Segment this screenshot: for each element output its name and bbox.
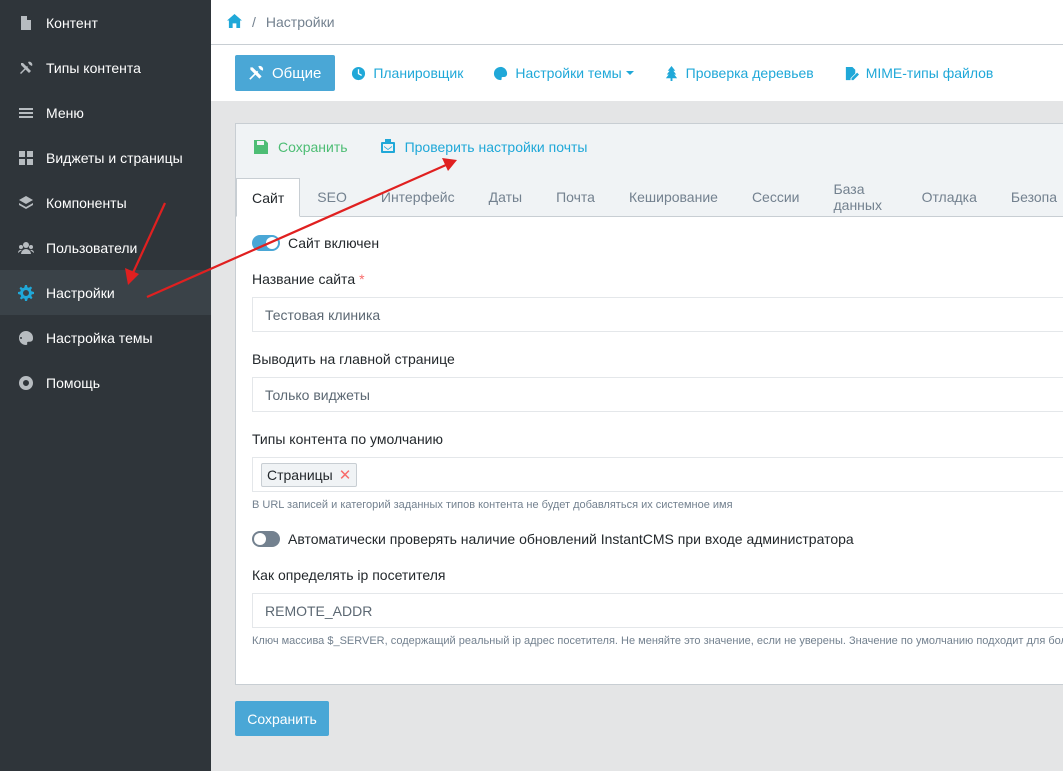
sidebar-item-label: Помощь — [46, 374, 101, 391]
required-marker: * — [359, 271, 365, 287]
mail-check-icon — [380, 138, 395, 153]
frontpage-label: Выводить на главной странице — [252, 351, 455, 367]
sidebar-item-widgets[interactable]: Виджеты и страницы — [0, 135, 211, 180]
default-ctypes-hint: В URL записей и категорий заданных типов… — [252, 499, 733, 511]
tools-icon — [18, 60, 34, 76]
sidebar-item-label: Меню — [46, 104, 84, 121]
ip-detect-label: Как определять ip посетителя — [252, 567, 446, 583]
sidebar-item-menu[interactable]: Меню — [0, 90, 211, 135]
save-button[interactable]: Сохранить — [235, 701, 329, 736]
settings-nav: Общие Планировщик Настройки темы Проверк… — [211, 45, 1063, 101]
gear-icon — [18, 284, 34, 301]
breadcrumb-separator: / — [252, 14, 256, 30]
sidebar-item-users[interactable]: Пользователи — [0, 225, 211, 270]
check-mail-settings-button[interactable]: Проверить настройки почты — [380, 138, 588, 155]
sidebar-item-content[interactable]: Контент — [0, 0, 211, 45]
site-name-input[interactable]: Тестовая клиника — [252, 297, 1063, 332]
caret-down-icon — [625, 71, 634, 75]
settings-tabs: Сайт SEO Интерфейс Даты Почта Кешировани… — [236, 169, 1063, 217]
file-edit-icon — [845, 66, 859, 80]
auto-update-row: Автоматически проверять наличие обновлен… — [252, 531, 1058, 547]
home-icon[interactable] — [227, 13, 242, 31]
toolbar-save-label: Сохранить — [278, 138, 348, 155]
tab-security[interactable]: Безопа — [994, 178, 1063, 216]
sidebar-item-settings[interactable]: Настройки — [0, 270, 211, 315]
grid-icon — [18, 150, 34, 166]
tab-scheduler-label: Планировщик — [373, 65, 464, 81]
sidebar-item-label: Виджеты и страницы — [46, 149, 183, 166]
file-icon — [18, 15, 34, 31]
tab-caching[interactable]: Кеширование — [612, 178, 735, 216]
sidebar-item-label: Компоненты — [46, 194, 127, 211]
sidebar-item-help[interactable]: Помощь — [0, 360, 211, 405]
sidebar-item-label: Настройки — [46, 284, 115, 301]
ctype-chip: Страницы ✕ — [261, 462, 358, 487]
sidebar-item-label: Контент — [46, 14, 98, 31]
breadcrumb-current: Настройки — [265, 14, 335, 30]
palette-icon — [494, 66, 508, 80]
ip-detect-hint: Ключ массива $_SERVER, содержащий реальн… — [252, 635, 1063, 647]
tree-icon — [665, 65, 677, 81]
palette-icon — [18, 330, 34, 346]
tab-tree-check-label: Проверка деревьев — [685, 65, 814, 81]
save-icon — [254, 139, 268, 154]
tab-general[interactable]: Общие — [235, 55, 336, 91]
site-enabled-label: Сайт включен — [288, 235, 380, 251]
tab-interface[interactable]: Интерфейс — [364, 178, 472, 216]
tab-site[interactable]: Сайт — [236, 178, 301, 217]
tab-sessions[interactable]: Сессии — [735, 178, 817, 216]
tab-tree-check[interactable]: Проверка деревьев — [664, 65, 814, 81]
tab-dates[interactable]: Даты — [472, 178, 539, 216]
remove-chip-icon[interactable]: ✕ — [339, 466, 352, 484]
bars-icon — [18, 105, 34, 121]
ctype-chip-label: Страницы — [267, 466, 333, 483]
sidebar-item-label: Типы контента — [46, 59, 141, 76]
tools-icon — [249, 65, 264, 80]
toolbar-save-button[interactable]: Сохранить — [253, 139, 348, 155]
sidebar: Контент Типы контента Меню Виджеты и стр… — [0, 0, 211, 771]
site-enabled-row: Сайт включен — [252, 235, 1058, 251]
site-settings-form: Сайт включен Название сайта * Тестовая кл… — [236, 235, 1063, 647]
clock-icon — [352, 66, 366, 80]
sidebar-item-label: Пользователи — [46, 239, 138, 256]
tab-database[interactable]: База данных — [816, 178, 904, 216]
tab-debug[interactable]: Отладка — [905, 178, 994, 216]
check-mail-settings-label: Проверить настройки почты — [404, 138, 588, 155]
breadcrumb: / Настройки — [211, 0, 1063, 45]
settings-card: Сохранить Проверить настройки почты Сайт… — [235, 123, 1063, 685]
layers-icon — [18, 195, 34, 211]
tab-mime-types[interactable]: MIME-типы файлов — [844, 65, 994, 81]
site-name-group: Название сайта * — [252, 271, 1058, 287]
sidebar-item-theme[interactable]: Настройка темы — [0, 315, 211, 360]
tab-seo[interactable]: SEO — [300, 178, 364, 216]
auto-update-label: Автоматически проверять наличие обновлен… — [288, 531, 854, 547]
sidebar-item-content-types[interactable]: Типы контента — [0, 45, 211, 90]
tab-theme-settings[interactable]: Настройки темы — [493, 65, 634, 81]
sidebar-item-label: Настройка темы — [46, 329, 153, 346]
users-icon — [18, 240, 34, 256]
frontpage-select[interactable]: Только виджеты — [252, 377, 1063, 412]
default-ctypes-input[interactable]: Страницы ✕ — [252, 457, 1063, 492]
tab-theme-settings-label: Настройки темы — [515, 65, 622, 81]
main-area: / Настройки Общие Планировщик Настройки … — [211, 0, 1063, 771]
toolbar: Сохранить Проверить настройки почты — [236, 124, 1063, 169]
default-ctypes-label: Типы контента по умолчанию — [252, 431, 443, 447]
site-name-label: Название сайта — [252, 271, 356, 287]
auto-update-toggle[interactable] — [252, 531, 280, 547]
tab-general-label: Общие — [272, 64, 322, 82]
tab-mime-types-label: MIME-типы файлов — [865, 65, 994, 81]
tab-mail[interactable]: Почта — [539, 178, 612, 216]
sidebar-item-components[interactable]: Компоненты — [0, 180, 211, 225]
site-enabled-toggle[interactable] — [252, 235, 280, 251]
ip-detect-input[interactable]: REMOTE_ADDR — [252, 593, 1063, 628]
tab-scheduler[interactable]: Планировщик — [351, 65, 463, 81]
lifebuoy-icon — [18, 375, 34, 391]
